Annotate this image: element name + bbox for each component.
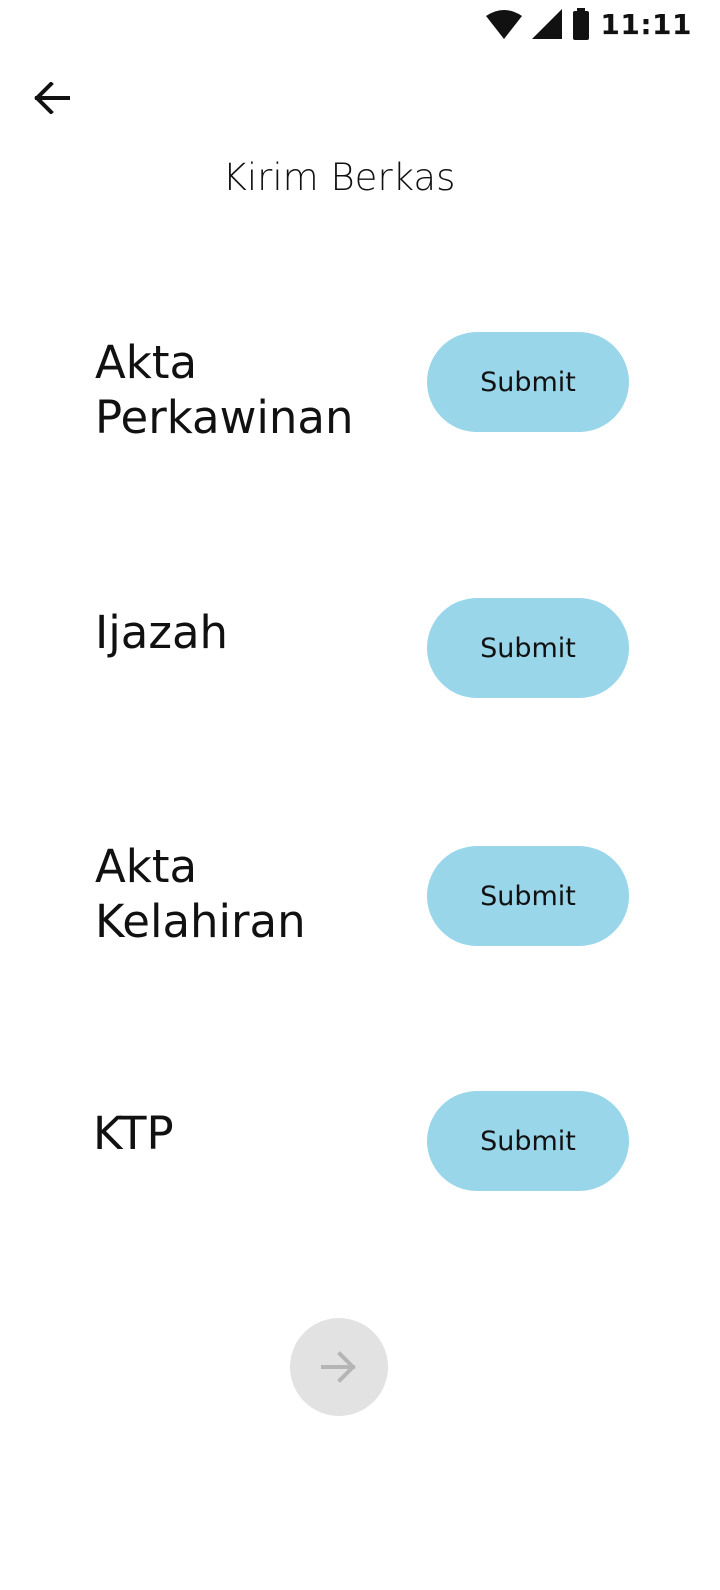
- document-label-ijazah: Ijazah: [95, 606, 229, 659]
- submit-button-akta-perkawinan[interactable]: Submit: [427, 332, 629, 432]
- next-button[interactable]: [290, 1318, 388, 1416]
- document-label-ktp: KTP: [93, 1107, 174, 1160]
- arrow-left-icon: [34, 81, 70, 115]
- submit-button-ktp[interactable]: Submit: [427, 1091, 629, 1191]
- page-title: Kirim Berkas: [222, 156, 456, 199]
- back-button[interactable]: [22, 68, 82, 128]
- wifi-icon: [486, 9, 523, 39]
- status-bar: 11:11: [0, 0, 720, 48]
- document-label-akta-perkawinan: Akta Perkawinan: [95, 336, 354, 444]
- submit-button-akta-kelahiran[interactable]: Submit: [427, 846, 629, 946]
- submit-button-ijazah[interactable]: Submit: [427, 598, 629, 698]
- battery-icon: [572, 8, 590, 40]
- arrow-right-icon: [321, 1351, 357, 1383]
- status-icons: 11:11: [486, 7, 692, 41]
- status-time: 11:11: [600, 7, 692, 41]
- cellular-signal-icon: [532, 9, 563, 39]
- document-label-akta-kelahiran: Akta Kelahiran: [95, 840, 306, 948]
